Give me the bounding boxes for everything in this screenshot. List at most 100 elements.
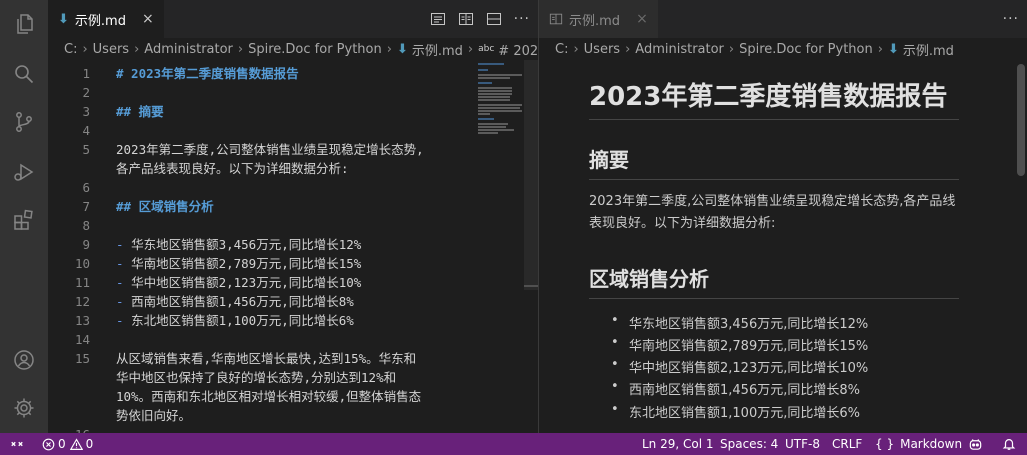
- preview-side-icon[interactable]: [458, 11, 474, 27]
- markdown-file-icon: ⬇: [58, 11, 69, 27]
- preview-tabbar: 示例.md × ···: [539, 0, 1027, 38]
- preview-summary-paragraph: 2023年第二季度,公司整体销售业绩呈现稳定增长态势,各产品线表现良好。以下为详…: [589, 194, 956, 231]
- breadcrumb-item[interactable]: Users: [584, 42, 620, 57]
- line-number: 10: [74, 256, 90, 271]
- list-bullet: -: [116, 294, 132, 309]
- notifications-bell-icon[interactable]: [1002, 433, 1016, 455]
- markdown-editor-pane: ⬇ 示例.md × ··· C: › Users › Administrator › …: [48, 0, 538, 433]
- preview-heading-1: 2023年第二季度销售数据报告: [589, 76, 959, 120]
- breadcrumb-item[interactable]: Administrator: [144, 42, 233, 57]
- preview-list-item: 西南地区销售额1,456万元,同比增长8%: [611, 379, 860, 398]
- editor-tabbar: ⬇ 示例.md × ···: [48, 0, 538, 38]
- copilot-icon[interactable]: [968, 433, 983, 455]
- line-number: 11: [74, 275, 90, 290]
- breadcrumb-item[interactable]: C:: [555, 42, 568, 57]
- cursor-position[interactable]: Ln 29, Col 1: [642, 433, 714, 455]
- line-text: - 东北地区销售额1,100万元,同比增长6%: [116, 311, 354, 330]
- line-text: 从区域销售来看,华南地区增长最快,达到15%。华东和: [116, 349, 416, 368]
- preview-scrollbar[interactable]: [1013, 60, 1027, 433]
- line-text: - 华南地区销售额2,789万元,同比增长15%: [116, 254, 361, 273]
- editor-scrollbar[interactable]: [524, 60, 538, 433]
- line-number: 7: [82, 199, 90, 214]
- line-segment: 各产品线表现良好。以下为详细数据分析:: [116, 161, 349, 176]
- warning-count: 0: [85, 437, 94, 451]
- line-number: 15: [74, 351, 90, 366]
- tab-example-md[interactable]: ⬇ 示例.md ×: [48, 0, 164, 38]
- error-icon: [42, 438, 55, 451]
- line-text: ## 摘要: [116, 102, 164, 121]
- language-mode[interactable]: { } Markdown: [875, 433, 962, 455]
- indentation[interactable]: Spaces: 4: [720, 433, 778, 455]
- preview-heading-region: 区域销售分析: [589, 263, 959, 299]
- tab-title: 示例.md: [74, 13, 126, 29]
- line-number: 3: [82, 104, 90, 119]
- breadcrumb-item[interactable]: Users: [93, 42, 129, 57]
- braces-icon: { }: [875, 437, 895, 451]
- minimap[interactable]: [476, 60, 526, 140]
- markdown-file-icon: ⬇: [887, 41, 899, 57]
- close-icon[interactable]: ×: [636, 11, 648, 27]
- breadcrumb-item[interactable]: C:: [64, 42, 77, 57]
- search-icon[interactable]: [10, 60, 38, 88]
- line-text: 2023年第二季度,公司整体销售业绩呈现稳定增长态势,: [116, 140, 424, 159]
- preview-heading-summary: 摘要: [589, 144, 959, 180]
- extensions-icon[interactable]: [10, 206, 38, 234]
- end-of-line[interactable]: CRLF: [832, 433, 862, 455]
- line-segment: 西南地区销售额1,456万元,同比增长8%: [131, 294, 354, 309]
- line-text: 华中地区也保持了良好的增长态势,分别达到12%和: [116, 368, 396, 387]
- line-segment: 从区域销售来看,华南地区增长最快,达到15%。华东和: [116, 351, 417, 366]
- line-segment: 10%。西南和东北地区相对增长相对较缓,但整体销售态: [116, 389, 422, 404]
- line-segment: 势依旧向好。: [116, 408, 192, 423]
- line-segment: 2023年第二季度,公司整体销售业绩呈现稳定增长态势,: [116, 142, 424, 157]
- editor-actions: ···: [430, 0, 530, 38]
- line-segment: 华中地区也保持了良好的增长态势,分别达到12%和: [116, 370, 397, 385]
- breadcrumb-item[interactable]: # 2023年第: [498, 40, 538, 59]
- breadcrumb: C: › Users › Administrator › Spire.Doc for …: [555, 40, 954, 59]
- line-number: 12: [74, 294, 90, 309]
- warning-icon: [69, 437, 83, 451]
- list-bullet: -: [116, 256, 132, 271]
- line-text: 各产品线表现良好。以下为详细数据分析:: [116, 159, 349, 178]
- remote-indicator[interactable]: [0, 433, 34, 455]
- string-symbol-icon: abc: [478, 44, 495, 54]
- status-bar: 0 0 Ln 29, Col 1 Spaces: 4 UTF-8 CRLF { …: [0, 433, 1027, 455]
- language-label: Markdown: [900, 437, 963, 451]
- more-actions-icon[interactable]: ···: [514, 11, 530, 27]
- line-text: - 华东地区销售额3,456万元,同比增长12%: [116, 235, 361, 254]
- breadcrumb-item[interactable]: 示例.md: [412, 40, 463, 59]
- error-count: 0: [58, 437, 66, 451]
- markdown-preview-pane: 示例.md × ··· C: › Users › Administrator › Sp…: [539, 0, 1027, 433]
- account-icon[interactable]: [10, 346, 38, 374]
- breadcrumb-item[interactable]: Spire.Doc for Python: [739, 42, 873, 57]
- line-number: 9: [82, 237, 90, 252]
- line-number: 16: [48, 425, 90, 433]
- line-number: 13: [74, 313, 90, 328]
- line-segment: 东北地区销售额1,100万元,同比增长6%: [131, 313, 354, 328]
- settings-gear-icon[interactable]: [10, 394, 38, 422]
- explorer-icon[interactable]: [10, 10, 38, 38]
- line-text: # 2023年第二季度销售数据报告: [116, 64, 299, 83]
- source-control-icon[interactable]: [10, 108, 38, 136]
- preview-list-item: 华南地区销售额2,789万元,同比增长15%: [611, 335, 868, 354]
- problems-indicator[interactable]: 0 0: [42, 433, 93, 455]
- open-preview-icon[interactable]: [430, 11, 446, 27]
- breadcrumb-item[interactable]: Administrator: [635, 42, 724, 57]
- more-actions-icon[interactable]: ···: [1003, 11, 1019, 27]
- breadcrumb-item[interactable]: Spire.Doc for Python: [248, 42, 382, 57]
- run-debug-icon[interactable]: [10, 158, 38, 186]
- split-editor-icon[interactable]: [486, 11, 502, 27]
- line-segment: 华东地区销售额3,456万元,同比增长12%: [131, 237, 362, 252]
- markdown-heading: ## 摘要: [116, 104, 164, 119]
- line-number: 14: [74, 332, 90, 347]
- line-text: ## 区域销售分析: [116, 197, 214, 216]
- breadcrumb: C: › Users › Administrator › Spire.Doc for …: [48, 38, 538, 60]
- tab-preview-example-md[interactable]: 示例.md ×: [539, 0, 658, 38]
- line-text: 势依旧向好。: [116, 406, 191, 425]
- breadcrumb-item[interactable]: 示例.md: [903, 40, 954, 59]
- encoding[interactable]: UTF-8: [785, 433, 820, 455]
- preview-actions: ···: [1003, 0, 1019, 38]
- list-bullet: -: [116, 313, 132, 328]
- activity-bar: [0, 0, 48, 433]
- line-number: 8: [82, 218, 90, 233]
- close-icon[interactable]: ×: [142, 11, 154, 27]
